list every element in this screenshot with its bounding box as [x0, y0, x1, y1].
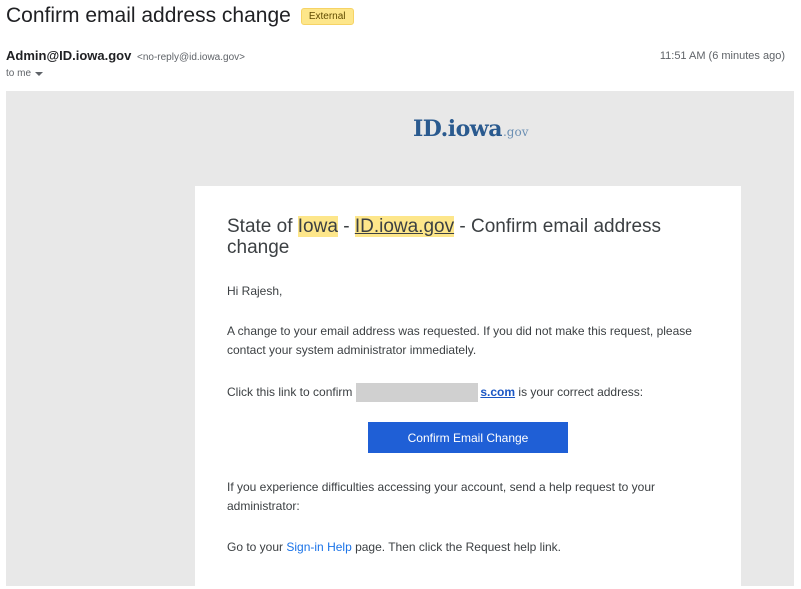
email-card: State of Iowa - ID.iowa.gov - Confirm em…	[195, 186, 741, 586]
paragraph-change-requested: A change to your email address was reque…	[227, 324, 692, 357]
email-time: 11:51 AM (6 minutes ago)	[659, 50, 785, 62]
help-line: Go to your Sign-in Help page. Then click…	[227, 538, 561, 557]
sign-in-help-link[interactable]: Sign-in Help	[286, 540, 351, 554]
chevron-down-icon	[35, 71, 44, 76]
confirm-prefix: Click this link to confirm	[227, 385, 353, 399]
confirm-email-change-button[interactable]: Confirm Email Change	[368, 422, 568, 453]
title-highlight-id[interactable]: ID.iowa.gov	[354, 216, 455, 237]
title-highlight-iowa: Iowa	[297, 216, 338, 237]
confirm-line: Click this link to confirm s.com is your …	[227, 383, 644, 403]
sender-email: <no-reply@id.iowa.gov>	[136, 52, 245, 63]
logo-text: ID.iowa	[413, 116, 502, 142]
sender-name[interactable]: Admin@ID.iowa.gov	[6, 48, 131, 63]
email-address-link[interactable]: s.com	[480, 385, 515, 399]
title-text: State of	[227, 216, 298, 237]
recipient-toggle[interactable]: to me	[6, 68, 44, 79]
sender-line: Admin@ID.iowa.gov <no-reply@id.iowa.gov>	[6, 48, 245, 63]
help-suffix: page. Then click the Request help link.	[351, 540, 561, 554]
confirm-suffix: is your correct address:	[515, 385, 644, 399]
external-badge: External	[300, 7, 354, 25]
email-subject: Confirm email address change	[6, 4, 291, 27]
redacted-email	[356, 383, 479, 403]
id-iowa-logo: ID.iowa .gov	[413, 116, 528, 142]
subject-row: Confirm email address change External	[6, 4, 354, 28]
email-card-title: State of Iowa - ID.iowa.gov - Confirm em…	[227, 216, 697, 258]
greeting: Hi Rajesh,	[227, 284, 283, 298]
title-dash: -	[337, 216, 355, 237]
paragraph-help: If you experience difficulties accessing…	[227, 480, 656, 513]
recipient-label: to me	[6, 68, 32, 79]
logo-suffix: .gov	[502, 125, 529, 139]
help-prefix: Go to your	[227, 540, 287, 554]
